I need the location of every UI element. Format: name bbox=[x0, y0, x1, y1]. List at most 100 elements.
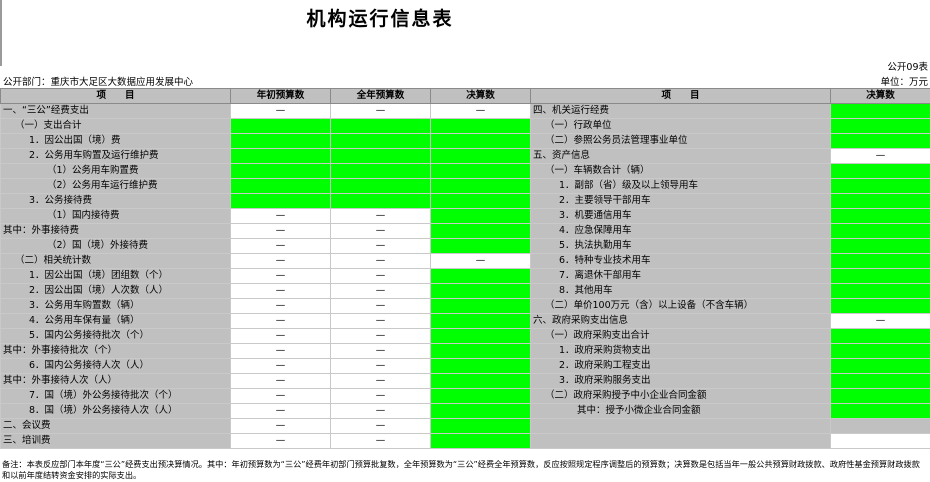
final-accounts-right-cell bbox=[830, 118, 930, 134]
row-label-left: 2．因公出国（境）人次数（人） bbox=[0, 283, 231, 299]
annual-budget-cell: — bbox=[330, 343, 431, 359]
initial-budget-cell: — bbox=[230, 103, 331, 119]
initial-budget-cell bbox=[230, 193, 331, 209]
table-row: （2）国（境）外接待费 — —5．执法执勤用车 bbox=[0, 238, 930, 254]
table-row: 三、培训费 — — bbox=[0, 433, 930, 449]
row-label-right: 6．特种专业技术用车 bbox=[530, 253, 831, 269]
row-label-left: 2．公务用车购置及运行维护费 bbox=[0, 148, 231, 164]
row-label-left: 4．公务用车保有量（辆） bbox=[0, 313, 231, 329]
table-row: 2．公务用车购置及运行维护费 五、资产信息 — bbox=[0, 148, 930, 164]
table-row: （2）公务用车运行维护费 1．副部（省）级及以上领导用车 bbox=[0, 178, 930, 194]
annual-budget-cell: — bbox=[330, 388, 431, 404]
row-label-left: 二、会议费 bbox=[0, 418, 231, 434]
final-accounts-cell bbox=[430, 193, 531, 209]
header-item-right: 项 目 bbox=[530, 88, 831, 104]
table-row: 8．国（境）外公务接待人次（人） — — 其中：授予小微企业合同金额 bbox=[0, 403, 930, 419]
table-row: 7．国（境）外公务接待批次（个） — — （二）政府采购授予中小企业合同金额 bbox=[0, 388, 930, 404]
annual-budget-cell bbox=[330, 163, 431, 179]
final-accounts-cell bbox=[430, 238, 531, 254]
row-label-left: 5．国内公务接待批次（个） bbox=[0, 328, 231, 344]
final-accounts-cell bbox=[430, 133, 531, 149]
final-accounts-cell bbox=[430, 268, 531, 284]
row-label-right: （一）行政单位 bbox=[530, 118, 831, 134]
initial-budget-cell: — bbox=[230, 208, 331, 224]
info-table: 项 目 年初预算数 全年预算数 决算数 项 目 决算数 一、“三公”经费支出 — —… bbox=[0, 88, 930, 449]
initial-budget-cell: — bbox=[230, 238, 331, 254]
row-label-right: 四、机关运行经费 bbox=[530, 103, 831, 119]
row-label-right: （二）参照公务员法管理事业单位 bbox=[530, 133, 831, 149]
annual-budget-cell: — bbox=[330, 238, 431, 254]
final-accounts-cell: — bbox=[430, 103, 531, 119]
table-row: 其中：外事接待批次（个） — —1．政府采购货物支出 bbox=[0, 343, 930, 359]
final-accounts-cell bbox=[430, 343, 531, 359]
annual-budget-cell bbox=[330, 133, 431, 149]
table-row: 2．因公出国（境）人次数（人） — —8．其他用车 bbox=[0, 283, 930, 299]
final-accounts-cell bbox=[430, 433, 531, 449]
annual-budget-cell bbox=[330, 148, 431, 164]
initial-budget-cell: — bbox=[230, 328, 331, 344]
table-row: （1）国内接待费 — —3．机要通信用车 bbox=[0, 208, 930, 224]
initial-budget-cell: — bbox=[230, 418, 331, 434]
row-label-right: 2．政府采购工程支出 bbox=[530, 358, 831, 374]
final-accounts-right-cell bbox=[830, 283, 930, 299]
row-label-right: 1．政府采购货物支出 bbox=[530, 343, 831, 359]
final-accounts-right-cell bbox=[830, 253, 930, 269]
final-accounts-cell bbox=[430, 298, 531, 314]
table-row: （二）相关统计数 — — —6．特种专业技术用车 bbox=[0, 253, 930, 269]
table-row: 3．公务接待费 2．主要领导干部用车 bbox=[0, 193, 930, 209]
header-item: 项 目 bbox=[0, 88, 231, 104]
initial-budget-cell: — bbox=[230, 223, 331, 239]
initial-budget-cell: — bbox=[230, 358, 331, 374]
final-accounts-cell bbox=[430, 388, 531, 404]
row-label-right: 4．应急保障用车 bbox=[530, 223, 831, 239]
annual-budget-cell bbox=[330, 193, 431, 209]
page-title: 机构运行信息表 bbox=[306, 8, 454, 30]
final-accounts-right-cell bbox=[830, 193, 930, 209]
annual-budget-cell: — bbox=[330, 373, 431, 389]
row-label-right: （二）单价100万元（含）以上设备（不含车辆） bbox=[530, 298, 831, 314]
header-final-accounts: 决算数 bbox=[430, 88, 531, 104]
header-row: 项 目 年初预算数 全年预算数 决算数 项 目 决算数 bbox=[0, 88, 930, 104]
final-accounts-cell bbox=[430, 148, 531, 164]
final-accounts-cell bbox=[430, 418, 531, 434]
row-label-right: （一）政府采购支出合计 bbox=[530, 328, 831, 344]
initial-budget-cell: — bbox=[230, 373, 331, 389]
final-accounts-cell bbox=[430, 403, 531, 419]
row-label-right bbox=[530, 418, 831, 434]
row-label-left: 3．公务接待费 bbox=[0, 193, 231, 209]
final-accounts-right-cell bbox=[830, 298, 930, 314]
row-label-right: 3．机要通信用车 bbox=[530, 208, 831, 224]
annual-budget-cell: — bbox=[330, 418, 431, 434]
final-accounts-right-cell bbox=[830, 178, 930, 194]
table-body: 一、“三公”经费支出 — — — 四、机关运行经费 （一）支出合计 （一）行政单位 1．因公出… bbox=[0, 103, 930, 449]
annual-budget-cell: — bbox=[330, 223, 431, 239]
row-label-left: 8．国（境）外公务接待人次（人） bbox=[0, 403, 231, 419]
row-label-right: 其中：授予小微企业合同金额 bbox=[530, 403, 831, 419]
initial-budget-cell: — bbox=[230, 283, 331, 299]
final-accounts-right-cell bbox=[830, 403, 930, 419]
final-accounts-cell bbox=[430, 283, 531, 299]
header-annual-budget: 全年预算数 bbox=[330, 88, 431, 104]
final-accounts-right-cell bbox=[830, 103, 930, 119]
annual-budget-cell: — bbox=[330, 433, 431, 449]
row-label-left: 3．公务用车购置数（辆） bbox=[0, 298, 231, 314]
row-label-right: 7．离退休干部用车 bbox=[530, 268, 831, 284]
header-initial-budget: 年初预算数 bbox=[230, 88, 331, 104]
row-label-left: （1）公务用车购置费 bbox=[0, 163, 231, 179]
row-label-left: （2）国（境）外接待费 bbox=[0, 238, 231, 254]
table-row: 二、会议费 — — bbox=[0, 418, 930, 434]
final-accounts-right-cell bbox=[830, 208, 930, 224]
initial-budget-cell: — bbox=[230, 253, 331, 269]
row-label-right: 3．政府采购服务支出 bbox=[530, 373, 831, 389]
annual-budget-cell: — bbox=[330, 268, 431, 284]
annual-budget-cell: — bbox=[330, 358, 431, 374]
row-label-left: 其中：外事接待费 bbox=[0, 223, 231, 239]
initial-budget-cell bbox=[230, 178, 331, 194]
annual-budget-cell: — bbox=[330, 208, 431, 224]
initial-budget-cell bbox=[230, 133, 331, 149]
table-row: 4．公务用车保有量（辆） — — 六、政府采购支出信息 — bbox=[0, 313, 930, 329]
row-label-right: 五、资产信息 bbox=[530, 148, 831, 164]
initial-budget-cell: — bbox=[230, 343, 331, 359]
row-label-left: （1）国内接待费 bbox=[0, 208, 231, 224]
row-label-left: 一、“三公”经费支出 bbox=[0, 103, 231, 119]
